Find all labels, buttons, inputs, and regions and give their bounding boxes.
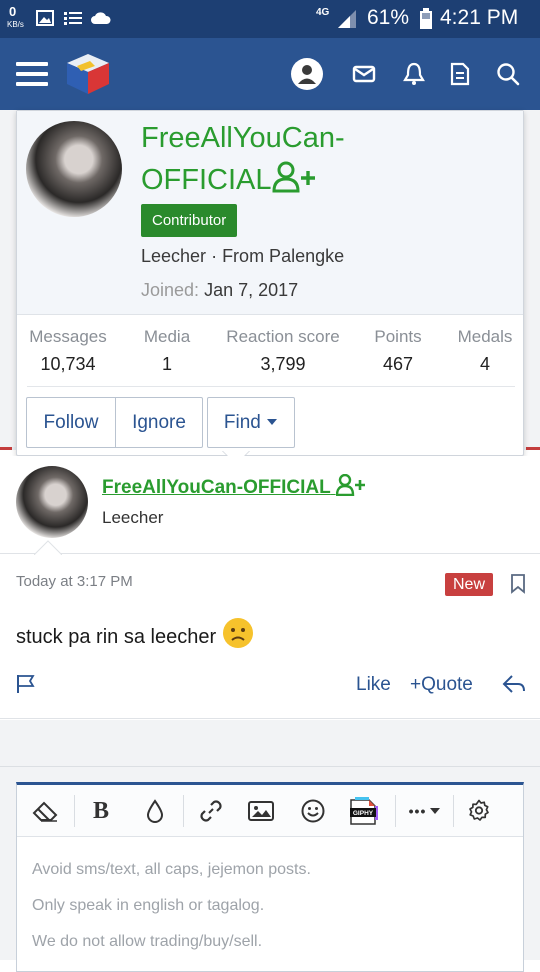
joined-date: Jan 7, 2017 — [204, 280, 299, 300]
toolbar-separator — [183, 795, 184, 827]
clock: 4:21 PM — [440, 6, 519, 29]
toolbar-separator — [395, 795, 396, 827]
settings-gear-icon[interactable] — [457, 785, 501, 837]
joined-label: Joined: — [141, 280, 200, 300]
stat-reaction-score[interactable]: Reaction score 3,799 — [213, 325, 353, 379]
network-type: 4G — [316, 7, 330, 18]
stat-value: 4 — [479, 354, 490, 374]
stat-label: Reaction score — [226, 327, 340, 346]
reply-icon[interactable] — [502, 673, 526, 695]
report-flag-icon[interactable] — [16, 674, 36, 694]
placeholder-line: Only speak in english or tagalog. — [32, 897, 265, 914]
member-tooltip-header: FreeAllYouCan-OFFICIAL Contributor Leech… — [17, 111, 523, 315]
alerts-icon[interactable] — [396, 38, 432, 110]
reply-editor[interactable]: B GIPHY ••• Avoid sms/text, all caps, je… — [16, 782, 524, 972]
user-block-arrow — [34, 540, 62, 556]
stats-divider — [27, 386, 515, 387]
stat-media[interactable]: Media 1 — [127, 325, 207, 379]
member-title-line: Leecher · From Palengke — [141, 243, 344, 269]
placeholder-line: Avoid sms/text, all caps, jejemon posts. — [32, 861, 311, 878]
link-icon[interactable] — [189, 785, 233, 837]
quote-label: Quote — [421, 674, 473, 695]
stat-points[interactable]: Points 467 — [361, 325, 435, 379]
post-body-text: stuck pa rin sa leecher — [16, 626, 217, 648]
chevron-down-icon — [267, 419, 278, 425]
add-user-icon[interactable] — [272, 161, 316, 193]
post-body: stuck pa rin sa leecher — [16, 617, 254, 652]
avatar[interactable] — [16, 466, 88, 538]
contributor-badge: Contributor — [141, 204, 238, 237]
stat-value: 467 — [382, 354, 414, 374]
member-joined: Joined: Jan 7, 2017 — [141, 277, 298, 303]
stat-medals[interactable]: Medals 4 — [449, 325, 521, 379]
follow-button[interactable]: Follow — [26, 397, 116, 448]
quote-button[interactable]: +Quote — [410, 672, 473, 698]
add-user-icon[interactable] — [335, 473, 366, 497]
stat-value: 1 — [161, 354, 172, 374]
section-divider — [0, 766, 540, 767]
battery-percent: 61% — [367, 6, 410, 29]
site-logo[interactable] — [64, 38, 112, 110]
new-badge: New — [445, 573, 494, 596]
smilie-icon[interactable] — [291, 785, 335, 837]
post-author-text[interactable]: FreeAllYouCan-OFFICIAL — [102, 477, 330, 498]
color-drop-icon[interactable] — [133, 785, 177, 837]
post-author-name[interactable]: FreeAllYouCan-OFFICIAL — [102, 473, 366, 501]
status-bar: 0 KB/s 4G 61% 4:21 PM — [0, 0, 540, 38]
stat-value: 3,799 — [260, 354, 306, 374]
bookmark-icon[interactable] — [510, 574, 526, 594]
image-notification-icon — [36, 10, 54, 26]
editor-toolbar: B GIPHY ••• — [17, 785, 523, 837]
giphy-icon[interactable]: GIPHY — [341, 785, 385, 837]
signal-icon — [338, 10, 356, 28]
data-speed-unit: KB/s — [7, 20, 24, 29]
cloud-icon — [91, 12, 111, 24]
member-tooltip-card: FreeAllYouCan-OFFICIAL Contributor Leech… — [16, 110, 524, 456]
list-notification-icon — [64, 12, 82, 25]
post-user-block: FreeAllYouCan-OFFICIAL Leecher — [0, 456, 540, 554]
find-button[interactable]: Find — [207, 397, 295, 448]
giphy-label: GIPHY — [353, 810, 374, 817]
battery-icon — [420, 8, 432, 29]
inbox-icon[interactable] — [346, 38, 382, 110]
stat-messages[interactable]: Messages 10,734 — [17, 325, 119, 379]
stat-label: Points — [374, 327, 422, 346]
stat-label: Messages — [29, 327, 107, 346]
member-name[interactable]: FreeAllYouCan-OFFICIAL — [141, 117, 401, 201]
avatar[interactable] — [26, 121, 122, 217]
bold-button[interactable]: B — [79, 785, 123, 837]
more-dots: ••• — [408, 803, 427, 819]
chevron-down-icon — [430, 808, 441, 814]
toolbar-separator — [453, 795, 454, 827]
member-location: From Palengke — [222, 246, 345, 266]
eraser-icon[interactable] — [23, 785, 67, 837]
top-navigation-bar — [0, 38, 540, 110]
like-button[interactable]: Like — [356, 672, 391, 698]
toolbar-separator — [74, 795, 75, 827]
post-author-title: Leecher — [102, 508, 164, 527]
stat-label: Medals — [457, 327, 513, 346]
sad-emoji-icon — [222, 618, 253, 648]
find-label: Find — [223, 412, 261, 433]
ignore-button[interactable]: Ignore — [115, 397, 203, 448]
placeholder-line: We do not allow trading/buy/sell. — [32, 933, 263, 950]
search-icon[interactable] — [490, 38, 526, 110]
image-icon[interactable] — [239, 785, 283, 837]
title-separator: · — [206, 246, 223, 266]
post-message: Today at 3:17 PM New stuck pa rin sa lee… — [0, 555, 540, 719]
more-options-button[interactable]: ••• — [401, 785, 449, 837]
plus-icon: + — [410, 674, 422, 695]
post-timestamp[interactable]: Today at 3:17 PM — [16, 573, 133, 590]
menu-icon[interactable] — [10, 38, 54, 110]
member-title: Leecher — [141, 246, 207, 266]
profile-icon[interactable] — [288, 38, 326, 110]
stat-label: Media — [143, 327, 191, 346]
whats-new-icon[interactable] — [443, 38, 477, 110]
stat-value: 10,734 — [40, 354, 96, 374]
data-speed-value: 0 — [9, 4, 17, 19]
